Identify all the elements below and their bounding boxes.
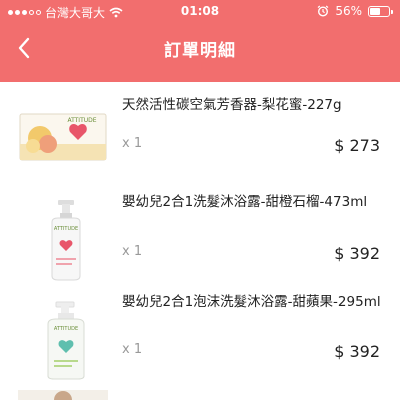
brand-logo: ATTITUDE [54, 326, 78, 332]
battery-icon [368, 5, 393, 17]
item-price: $ 273 [334, 136, 380, 155]
nav-bar: 訂單明細 [0, 24, 400, 72]
item-price: $ 392 [334, 244, 380, 263]
item-name: 嬰幼兒2合1洗髮沐浴露-甜橙石榴-473ml [122, 194, 368, 210]
battery-percent: 56% [335, 4, 362, 18]
item-quantity: x 1 [122, 136, 143, 151]
item-name: 嬰幼兒2合1泡沫洗髮沐浴露-甜蘋果-295ml [122, 294, 381, 310]
brand-logo: ATTITUDE [67, 117, 96, 124]
order-items-list: ATTITUDE 天然活性碳空氣芳香器-梨花蜜-227g x 1 $ 273 A… [0, 82, 400, 400]
product-image: ATTITUDE [51, 200, 81, 281]
status-bar: 台灣大哥大 01:08 56% [0, 0, 400, 24]
item-name: 天然活性碳空氣芳香器-梨花蜜-227g [122, 97, 342, 113]
header: 台灣大哥大 01:08 56% 訂單明細 [0, 0, 400, 82]
item-quantity: x 1 [122, 342, 143, 357]
page-title: 訂單明細 [164, 41, 236, 61]
item-quantity: x 1 [122, 244, 143, 259]
product-image: ATTITUDE [47, 301, 85, 380]
item-price: $ 392 [334, 342, 380, 361]
list-item[interactable]: ATTITUDE 嬰幼兒2合1泡沫洗髮沐浴露-甜蘋果-295ml x 1 $ 3… [0, 294, 400, 394]
brand-logo: ATTITUDE [54, 226, 78, 232]
product-image [18, 390, 108, 400]
list-item[interactable]: ATTITUDE 天然活性碳空氣芳香器-梨花蜜-227g x 1 $ 273 [0, 94, 400, 194]
alarm-icon [317, 5, 329, 17]
product-image: ATTITUDE [19, 113, 107, 161]
list-item[interactable]: ATTITUDE 嬰幼兒2合1洗髮沐浴露-甜橙石榴-473ml x 1 $ 39… [0, 194, 400, 294]
